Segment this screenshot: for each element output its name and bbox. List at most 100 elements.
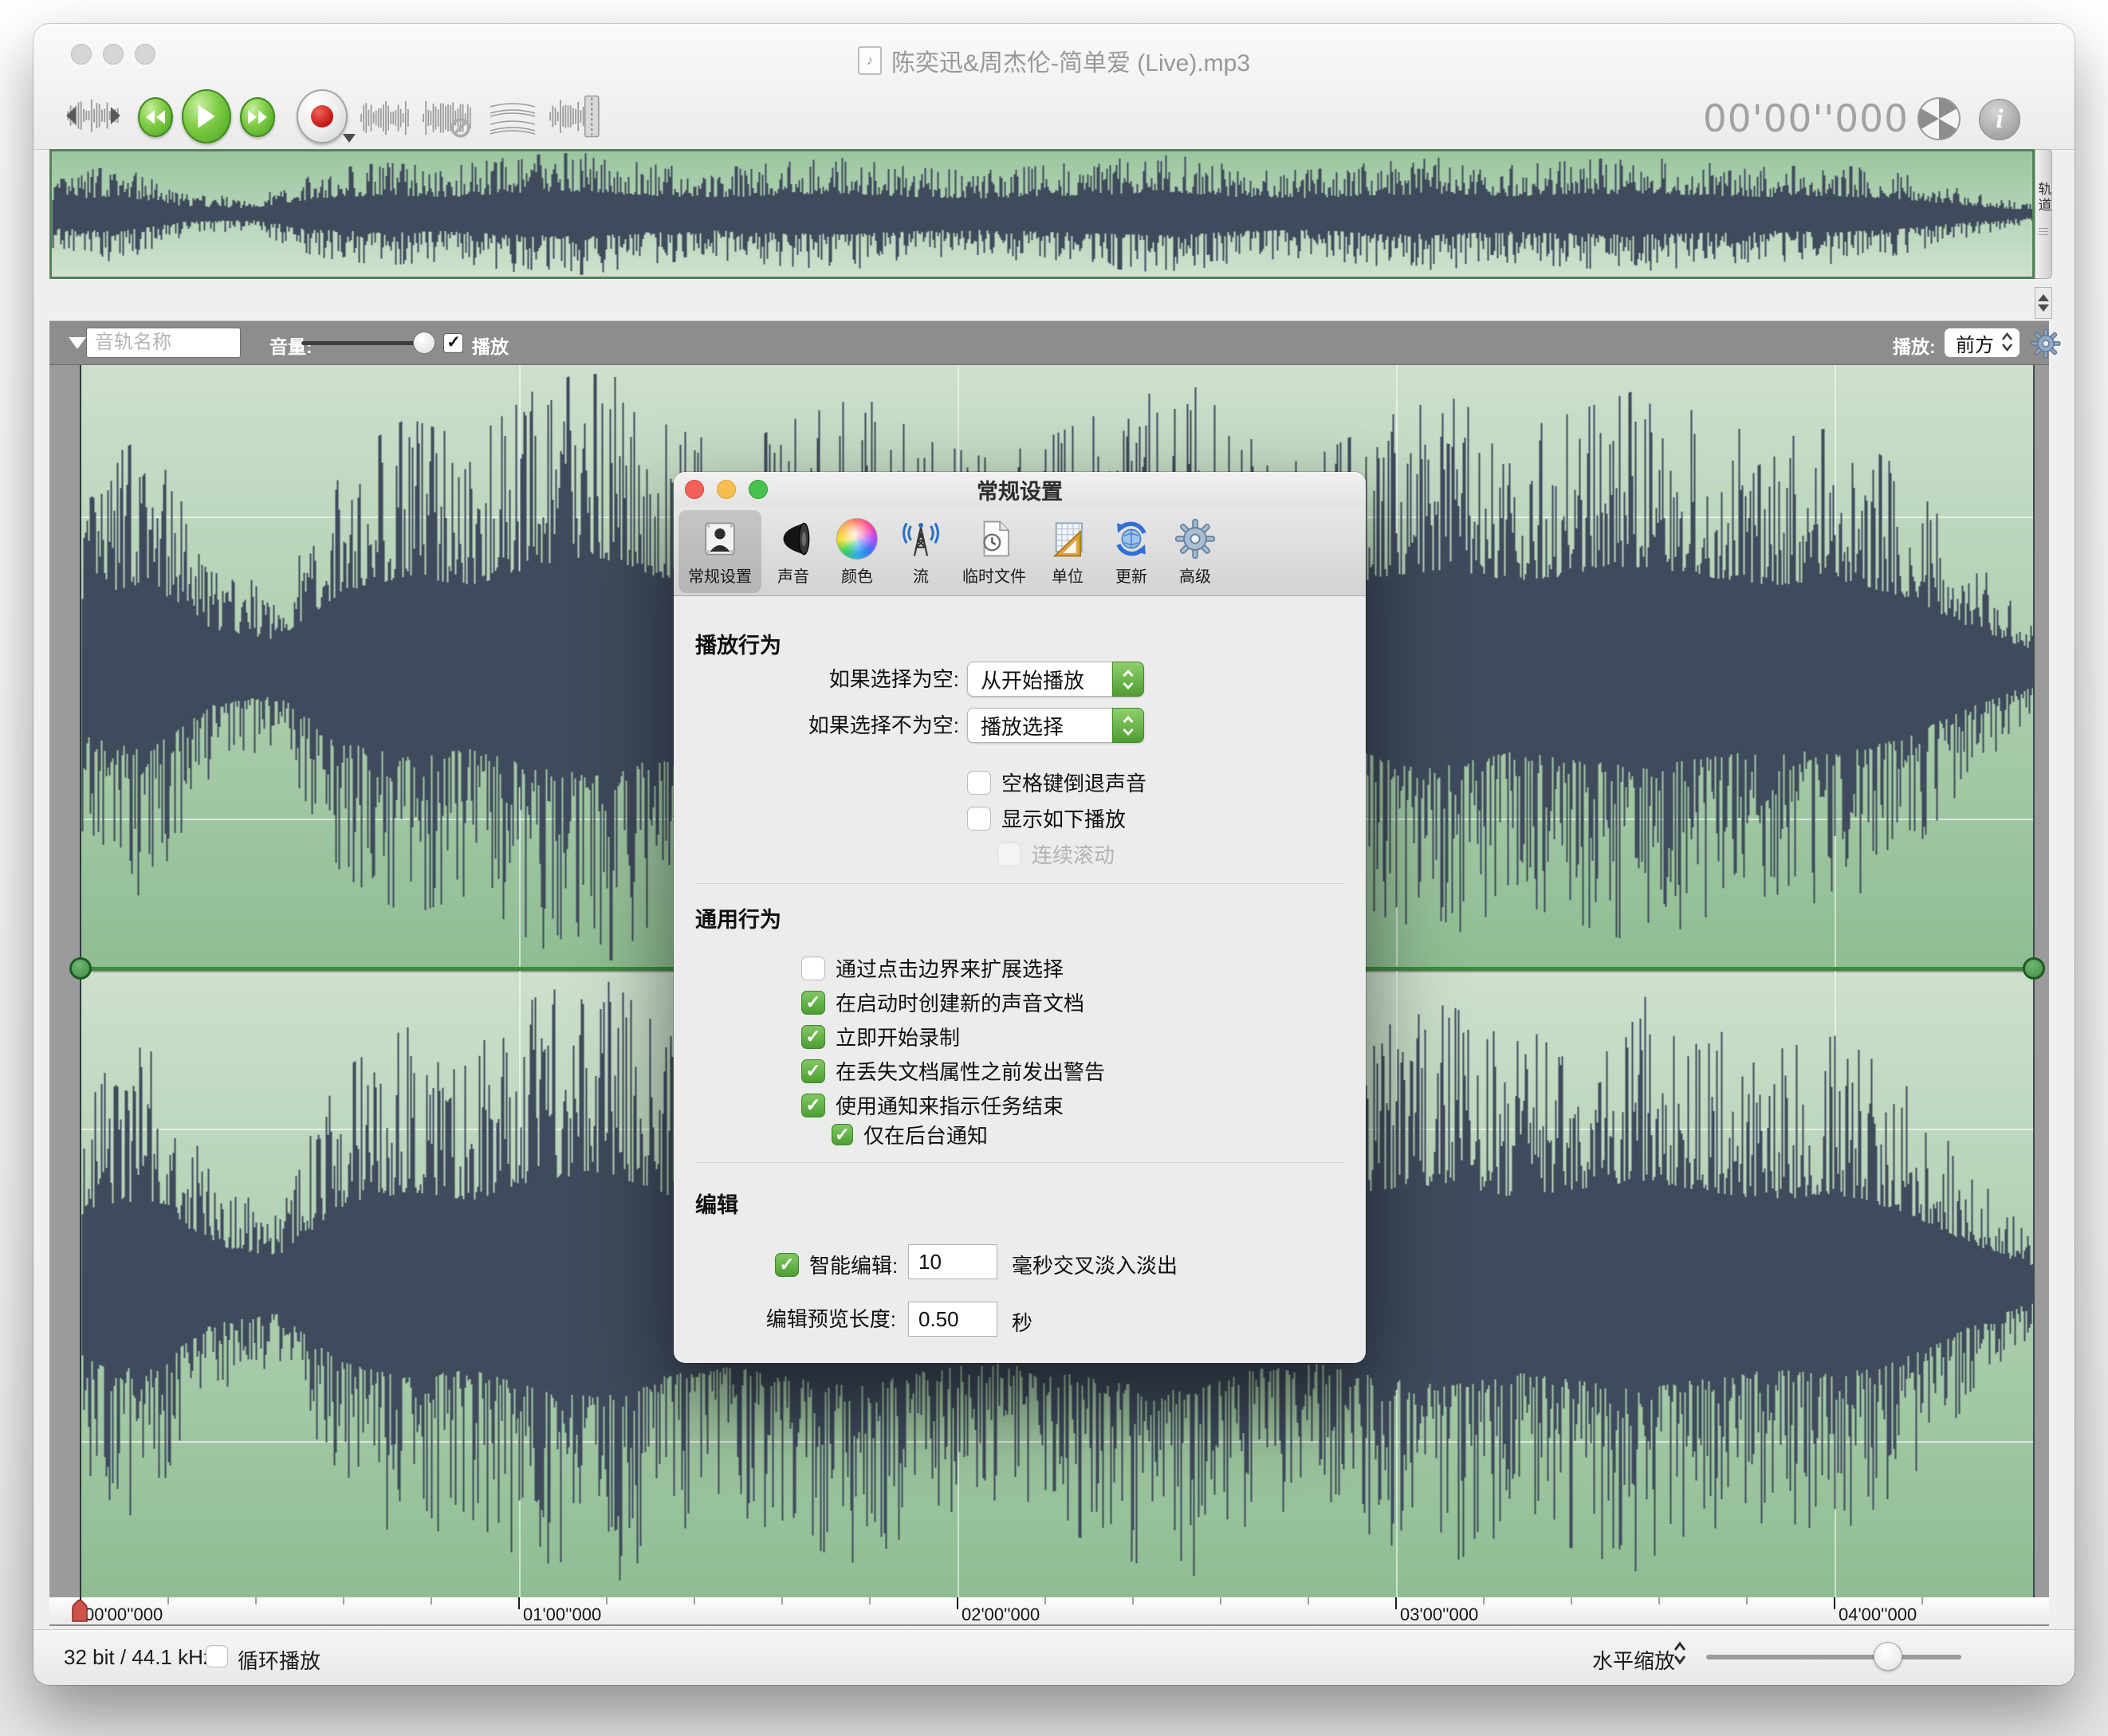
tab-advanced[interactable]: 高级 (1163, 510, 1227, 593)
horizontal-zoom-knob[interactable] (1874, 1642, 1902, 1671)
track-play-checkbox[interactable] (443, 333, 463, 353)
playback-direction-select[interactable]: 前方 (1944, 328, 2020, 358)
waveform-arrows-icon (65, 92, 121, 139)
waveform-pages-icon (487, 96, 538, 140)
tab-colors[interactable]: 颜色 (825, 510, 889, 593)
preview-suffix-label: 秒 (1012, 1307, 1032, 1337)
overview-waveform-canvas[interactable] (52, 151, 2032, 277)
info-icon: i (1996, 104, 2003, 135)
start-recording-checkbox[interactable] (801, 1025, 825, 1049)
select-stepper-icon (2001, 332, 2013, 352)
extend-selection-row: 通过点击边界来扩展选择 (801, 953, 1064, 983)
pinwheel-icon (1917, 97, 1961, 140)
envelope-handle-right[interactable] (2023, 957, 2045, 980)
waveform-forbidden-icon (421, 97, 474, 139)
fit-selection-button[interactable] (65, 92, 121, 139)
minor-ticks (80, 1597, 2009, 1604)
ruler-label: 03'00''000 (1400, 1604, 1478, 1625)
playback-section-header: 播放行为 (695, 628, 781, 659)
tab-general[interactable]: 常规设置 (678, 510, 761, 593)
volume-label: 音量: (269, 332, 313, 359)
new-doc-on-launch-checkbox[interactable] (801, 991, 825, 1015)
radio-tower-icon (899, 516, 943, 561)
ruler-label: 04'00''000 (1839, 1604, 1917, 1625)
nonempty-selection-label: 如果选择不为空: (674, 708, 959, 743)
warn-properties-checkbox[interactable] (801, 1059, 825, 1083)
sample-format-label: 32 bit / 44.1 kHz (64, 1645, 214, 1670)
join-button[interactable] (548, 92, 602, 140)
loop-playback-checkbox[interactable] (206, 1645, 228, 1667)
rewind-icon (145, 110, 166, 124)
loop-playback-label: 循环播放 (238, 1645, 321, 1675)
ruler-grid-icon (1045, 516, 1090, 561)
edit-section-header: 编辑 (695, 1188, 738, 1219)
color-wheel-icon (835, 516, 879, 561)
popup-stepper-icon (1112, 662, 1144, 697)
envelope-handle-left[interactable] (69, 957, 92, 980)
show-playback-row: 显示如下播放 (967, 803, 1126, 833)
waveform-zipper-icon (548, 92, 602, 140)
horizontal-zoom-slider[interactable] (1706, 1655, 1961, 1659)
new-doc-on-launch-row: 在启动时创建新的声音文档 (801, 988, 1084, 1017)
tab-updates[interactable]: 更新 (1099, 510, 1163, 593)
tab-streaming[interactable]: 流 (889, 510, 953, 593)
extend-selection-checkbox[interactable] (801, 956, 825, 980)
preview-length-input[interactable] (908, 1302, 997, 1337)
warn-properties-row: 在丢失文档属性之前发出警告 (801, 1056, 1105, 1086)
section-divider (695, 1162, 1344, 1163)
track-settings-gear-icon[interactable] (2030, 328, 2062, 363)
scroll-up-icon[interactable] (2038, 294, 2049, 301)
space-rewind-checkbox[interactable] (967, 771, 991, 795)
track-header-bar: 音量: 播放 播放: 前方 (49, 320, 2049, 365)
ruler-label: 01'00''000 (523, 1604, 601, 1625)
waveform-icon (359, 97, 411, 139)
ruler-label: 00'00''000 (85, 1604, 163, 1625)
track-scrollbar[interactable] (2035, 287, 2052, 319)
crossfade-ms-input[interactable] (908, 1244, 997, 1279)
window-chrome: ♪ 陈奕迅&周杰伦-简单爱 (Live).mp3 (33, 24, 2075, 150)
overview-waveform[interactable] (49, 149, 2035, 279)
collapse-track-icon[interactable] (69, 337, 86, 349)
zoom-stepper[interactable] (1673, 1641, 1687, 1665)
nonempty-selection-select[interactable]: 播放选择 (967, 708, 1144, 743)
playhead-marker[interactable] (70, 1598, 89, 1624)
sync-globe-icon (1109, 516, 1154, 561)
notify-tasks-row: 使用通知来指示任务结束 (801, 1090, 1064, 1120)
tracks-side-tab[interactable]: 轨道 (2035, 149, 2052, 279)
scroll-down-icon[interactable] (2038, 304, 2049, 312)
record-menu-arrow-icon[interactable] (343, 134, 356, 143)
fast-forward-icon (247, 110, 268, 124)
tab-sound[interactable]: 声音 (761, 510, 825, 593)
speaker-icon (771, 516, 816, 561)
crossfade-suffix-label: 毫秒交叉淡入淡出 (1012, 1250, 1178, 1279)
record-button[interactable] (297, 89, 348, 143)
start-recording-row: 立即开始录制 (801, 1022, 960, 1051)
tab-temp-files[interactable]: 临时文件 (953, 510, 1036, 593)
fast-forward-button[interactable] (240, 97, 275, 137)
time-ruler[interactable]: 00'00''000 01'00''000 02'00''000 03'00''… (49, 1597, 2049, 1626)
portrait-icon (698, 516, 742, 561)
dialog-title: 常规设置 (674, 472, 1366, 507)
show-playback-checkbox[interactable] (967, 807, 991, 831)
window-titlebar: ♪ 陈奕迅&周杰伦-简单爱 (Live).mp3 (33, 46, 2075, 75)
notify-background-row: 仅在后台通知 (832, 1120, 988, 1149)
notify-tasks-checkbox[interactable] (801, 1094, 825, 1117)
notify-background-checkbox[interactable] (832, 1124, 853, 1145)
info-button[interactable]: i (1979, 99, 2020, 140)
track-play-label: 播放 (472, 332, 509, 359)
popup-stepper-icon (1112, 708, 1144, 743)
play-button[interactable] (182, 89, 231, 143)
tab-units[interactable]: 单位 (1036, 510, 1099, 593)
track-name-input[interactable] (86, 328, 241, 358)
status-bar: 32 bit / 44.1 kHz 循环播放 水平缩放 (33, 1629, 2075, 1685)
general-section-header: 通用行为 (695, 902, 781, 933)
volume-slider-knob[interactable] (413, 332, 435, 354)
waveform-view-button[interactable] (359, 97, 411, 139)
continuous-scroll-checkbox (997, 842, 1021, 866)
smart-edit-checkbox[interactable] (775, 1253, 799, 1277)
dialog-toolbar: 常规设置 声音 颜色 (674, 507, 1366, 596)
rewind-button[interactable] (138, 97, 173, 137)
mute-selection-button[interactable] (421, 97, 474, 139)
crossfade-button[interactable] (487, 96, 538, 140)
empty-selection-select[interactable]: 从开始播放 (967, 662, 1144, 697)
